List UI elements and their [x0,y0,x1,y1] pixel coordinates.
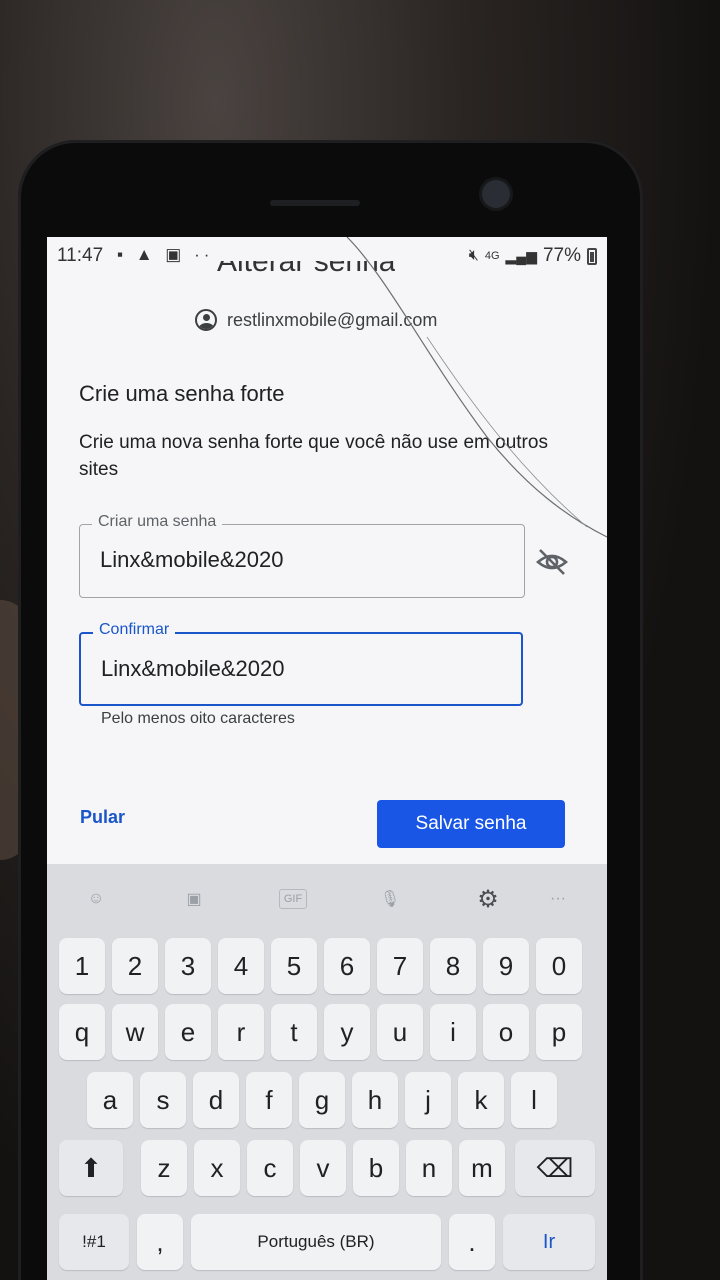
eye-off-icon[interactable] [535,547,569,577]
key-1[interactable]: 1 [59,938,105,994]
key-9[interactable]: 9 [483,938,529,994]
battery-level: 77% [542,245,581,266]
key-e[interactable]: e [165,1004,211,1060]
period-key[interactable]: . [449,1214,495,1270]
key-i[interactable]: i [430,1004,476,1060]
key-2[interactable]: 2 [112,938,158,994]
key-m[interactable]: m [459,1140,505,1196]
key-y[interactable]: y [324,1004,370,1060]
battery-icon [587,247,597,265]
key-7[interactable]: 7 [377,938,423,994]
backspace-key[interactable]: ⌫ [515,1140,595,1196]
new-password-value: Linx&mobile&2020 [100,547,284,572]
key-r[interactable]: r [218,1004,264,1060]
new-password-label: Criar uma senha [92,513,223,531]
key-d[interactable]: d [193,1072,239,1128]
emoji-icon[interactable]: ☺ [83,886,109,912]
key-g[interactable]: g [299,1072,345,1128]
account-circle-icon [195,309,217,331]
front-camera [482,180,510,208]
keyboard: ☺ ▣ GIF 🎙︎ ⚙ ··· 1234567890 qwertyuiop asd… [47,864,607,1280]
key-q[interactable]: q [59,1004,105,1060]
key-0[interactable]: 0 [536,938,582,994]
key-a[interactable]: a [87,1072,133,1128]
key-8[interactable]: 8 [430,938,476,994]
network-type: 4G [484,250,500,262]
key-c[interactable]: c [247,1140,293,1196]
key-x[interactable]: x [194,1140,240,1196]
confirm-password-value: Linx&mobile&2020 [101,656,285,681]
key-v[interactable]: v [300,1140,346,1196]
phone-speaker [270,200,360,206]
key-z[interactable]: z [141,1140,187,1196]
phone-screen: 11:47 ▪ ▲ ▣ ·· 🔇︎ 4G ▂▄▆ 77% Alterar sen… [47,237,607,1280]
space-key[interactable]: Português (BR) [191,1214,441,1270]
page-title: Alterar senha [217,261,396,278]
key-u[interactable]: u [377,1004,423,1060]
sticker-icon[interactable]: ▣ [181,886,207,912]
new-password-field[interactable]: Criar uma senha Linx&mobile&2020 [79,513,525,598]
save-password-button[interactable]: Salvar senha [377,800,565,848]
shift-key[interactable]: ⬆ [59,1140,123,1196]
key-t[interactable]: t [271,1004,317,1060]
keyboard-toolbar: ☺ ▣ GIF 🎙︎ ⚙ ··· [47,864,607,926]
gif-button[interactable]: GIF [279,889,307,909]
notification-icons: ▪ ▲ ▣ ·· [117,245,214,264]
key-l[interactable]: l [511,1072,557,1128]
confirm-password-field[interactable]: Confirmar Linx&mobile&2020 [79,621,523,706]
key-k[interactable]: k [458,1072,504,1128]
key-5[interactable]: 5 [271,938,317,994]
skip-button[interactable]: Pular [80,807,125,828]
comma-key[interactable]: , [137,1214,183,1270]
account-email: restlinxmobile@gmail.com [227,309,438,330]
signal-icon: ▂▄▆ [505,247,537,264]
confirm-password-label: Confirmar [93,621,176,639]
password-hint: Pelo menos oito caracteres [101,710,295,727]
status-right: 🔇︎ 4G ▂▄▆ 77% [469,245,597,267]
key-s[interactable]: s [140,1072,186,1128]
section-description: Crie uma nova senha forte que você não u… [79,432,548,480]
status-time: 11:47 [57,245,104,266]
key-j[interactable]: j [405,1072,451,1128]
more-icon[interactable]: ··· [545,886,571,912]
key-n[interactable]: n [406,1140,452,1196]
account-chip[interactable]: restlinxmobile@gmail.com [195,309,437,331]
key-p[interactable]: p [536,1004,582,1060]
key-4[interactable]: 4 [218,938,264,994]
key-b[interactable]: b [353,1140,399,1196]
section-heading: Crie uma senha forte [79,381,285,406]
symbols-key[interactable]: !#1 [59,1214,129,1270]
gear-icon[interactable]: ⚙ [475,886,501,913]
mute-icon: 🔇︎ [468,247,479,264]
key-w[interactable]: w [112,1004,158,1060]
mic-icon[interactable]: 🎙︎ [377,886,403,912]
key-f[interactable]: f [246,1072,292,1128]
key-h[interactable]: h [352,1072,398,1128]
key-3[interactable]: 3 [165,938,211,994]
enter-key[interactable]: Ir [503,1214,595,1270]
key-6[interactable]: 6 [324,938,370,994]
key-o[interactable]: o [483,1004,529,1060]
